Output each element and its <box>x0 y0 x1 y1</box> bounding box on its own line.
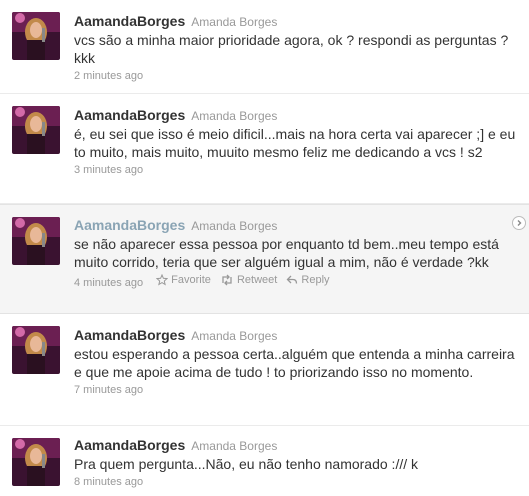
screen-name[interactable]: AamandaBorges <box>74 437 185 453</box>
timestamp[interactable]: 3 minutes ago <box>74 164 143 176</box>
timestamp[interactable]: 4 minutes ago <box>74 277 143 289</box>
tweet[interactable]: AamandaBorges Amanda Borges vcs são a min… <box>0 0 529 94</box>
avatar[interactable] <box>12 12 60 60</box>
timestamp[interactable]: 2 minutes ago <box>74 70 143 82</box>
full-name: Amanda Borges <box>191 109 278 123</box>
retweet-label: Retweet <box>236 274 278 286</box>
star-icon <box>156 274 169 286</box>
favorite-button[interactable]: Favorite <box>156 272 211 288</box>
tweet[interactable]: AamandaBorges Amanda Borges é, eu sei que… <box>0 94 529 204</box>
reply-label: Reply <box>301 274 330 286</box>
screen-name[interactable]: AamandaBorges <box>74 107 185 123</box>
full-name: Amanda Borges <box>191 219 278 233</box>
tweet[interactable]: AamandaBorges Amanda Borges Pra quem perg… <box>0 426 529 496</box>
reply-arrow-icon <box>286 275 298 284</box>
timestamp[interactable]: 8 minutes ago <box>74 476 143 488</box>
full-name: Amanda Borges <box>191 439 278 453</box>
tweet[interactable]: AamandaBorges Amanda Borges estou esperan… <box>0 314 529 426</box>
tweet-text: estou esperando a pessoa certa..alguém q… <box>74 346 515 380</box>
screen-name[interactable]: AamandaBorges <box>74 327 185 343</box>
tweet[interactable]: AamandaBorges Amanda Borges se não aparec… <box>0 204 529 314</box>
full-name: Amanda Borges <box>191 329 278 343</box>
screen-name[interactable]: AamandaBorges <box>74 217 185 233</box>
retweet-icon <box>222 274 232 286</box>
favorite-label: Favorite <box>171 274 211 286</box>
tweet-text: Pra quem pergunta...Não, eu não tenho na… <box>74 456 418 472</box>
tweet-text: vcs são a minha maior prioridade agora, … <box>74 32 509 66</box>
tweet-actions: Favorite Retweet Reply <box>150 272 330 291</box>
reply-button[interactable]: Reply <box>286 272 330 288</box>
avatar[interactable] <box>12 106 60 154</box>
timeline: AamandaBorges Amanda Borges vcs são a min… <box>0 0 529 496</box>
tweet-text: se não aparecer essa pessoa por enquanto… <box>74 236 499 270</box>
avatar[interactable] <box>12 438 60 486</box>
full-name: Amanda Borges <box>191 15 278 29</box>
retweet-button[interactable]: Retweet <box>220 272 277 288</box>
screen-name[interactable]: AamandaBorges <box>74 13 185 29</box>
avatar[interactable] <box>12 217 60 265</box>
timestamp[interactable]: 7 minutes ago <box>74 384 143 396</box>
avatar[interactable] <box>12 326 60 374</box>
tweet-text: é, eu sei que isso é meio dificil...mais… <box>74 126 516 160</box>
